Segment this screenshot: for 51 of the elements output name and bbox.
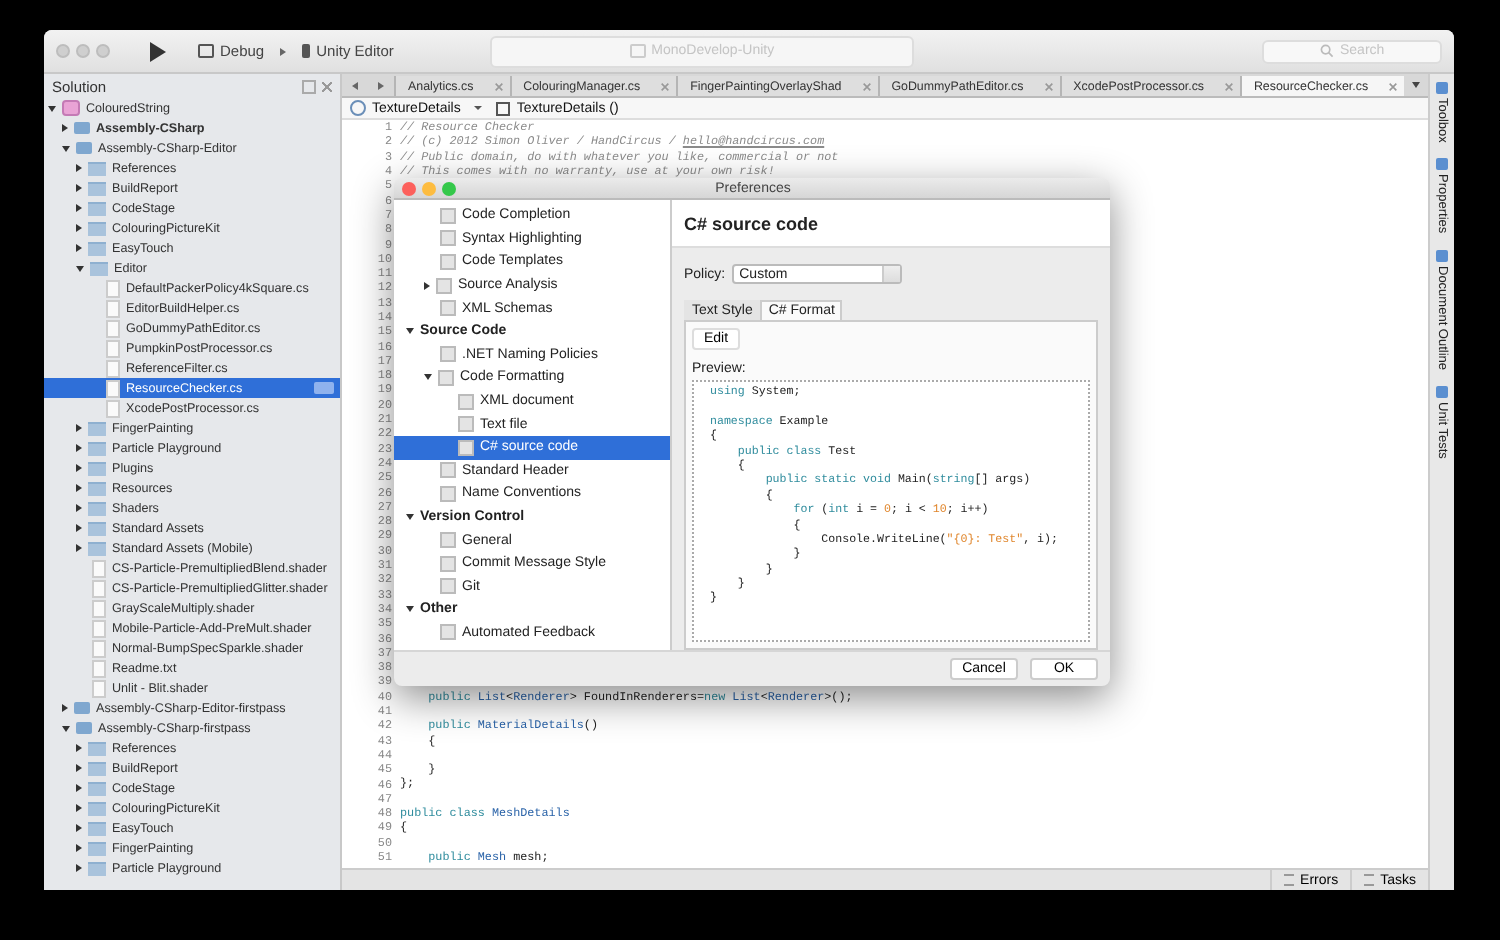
expander-icon[interactable] [406,328,414,335]
close-icon[interactable] [1388,81,1399,91]
dock-icon [302,79,316,93]
list-icon [1284,874,1295,886]
square-icon [198,44,214,58]
expander-icon[interactable] [76,504,82,512]
expander-icon[interactable] [424,281,430,290]
pad-icon [1436,250,1448,263]
pad-icon [1436,158,1448,171]
forward-arrow-icon[interactable] [378,82,384,90]
expander-icon[interactable] [76,524,82,532]
expander-icon[interactable] [76,864,82,872]
expander-icon[interactable] [76,464,82,472]
pad-icon [1436,82,1448,94]
expander-icon[interactable] [76,764,82,772]
page-title: C# source code [684,213,819,233]
expander-icon[interactable] [76,444,82,452]
expander-icon[interactable] [406,514,414,521]
expander-icon[interactable] [76,804,82,812]
expander-icon[interactable] [48,105,56,111]
expander-icon[interactable] [62,145,70,151]
expander-icon[interactable] [62,124,68,132]
close-icon [322,81,332,91]
square-icon [629,44,646,58]
expander-icon[interactable] [406,606,414,613]
expander-icon[interactable] [76,784,82,792]
expander-icon[interactable] [76,244,82,252]
expander-icon[interactable] [76,265,84,271]
page-icon [440,624,456,641]
list-icon [1364,874,1375,886]
expander-icon[interactable] [76,744,82,752]
expander-icon[interactable] [424,374,432,381]
expander-icon[interactable] [76,164,82,172]
chevron-icon [280,47,287,55]
solution-icon [62,100,80,116]
search-icon [1320,44,1334,58]
expander-icon[interactable] [76,484,82,492]
expander-icon[interactable] [62,704,68,712]
class-icon [350,100,366,116]
expander-icon[interactable] [76,184,82,192]
expander-icon[interactable] [62,725,70,731]
expander-icon[interactable] [76,544,82,552]
back-arrow-icon[interactable] [352,82,358,90]
expander-icon[interactable] [76,824,82,832]
expander-icon[interactable] [76,204,82,212]
expander-icon[interactable] [76,224,82,232]
device-icon [302,44,311,58]
method-icon [496,101,511,115]
expander-icon[interactable] [76,844,82,852]
pad-icon [1436,386,1448,399]
expander-icon[interactable] [76,424,82,432]
